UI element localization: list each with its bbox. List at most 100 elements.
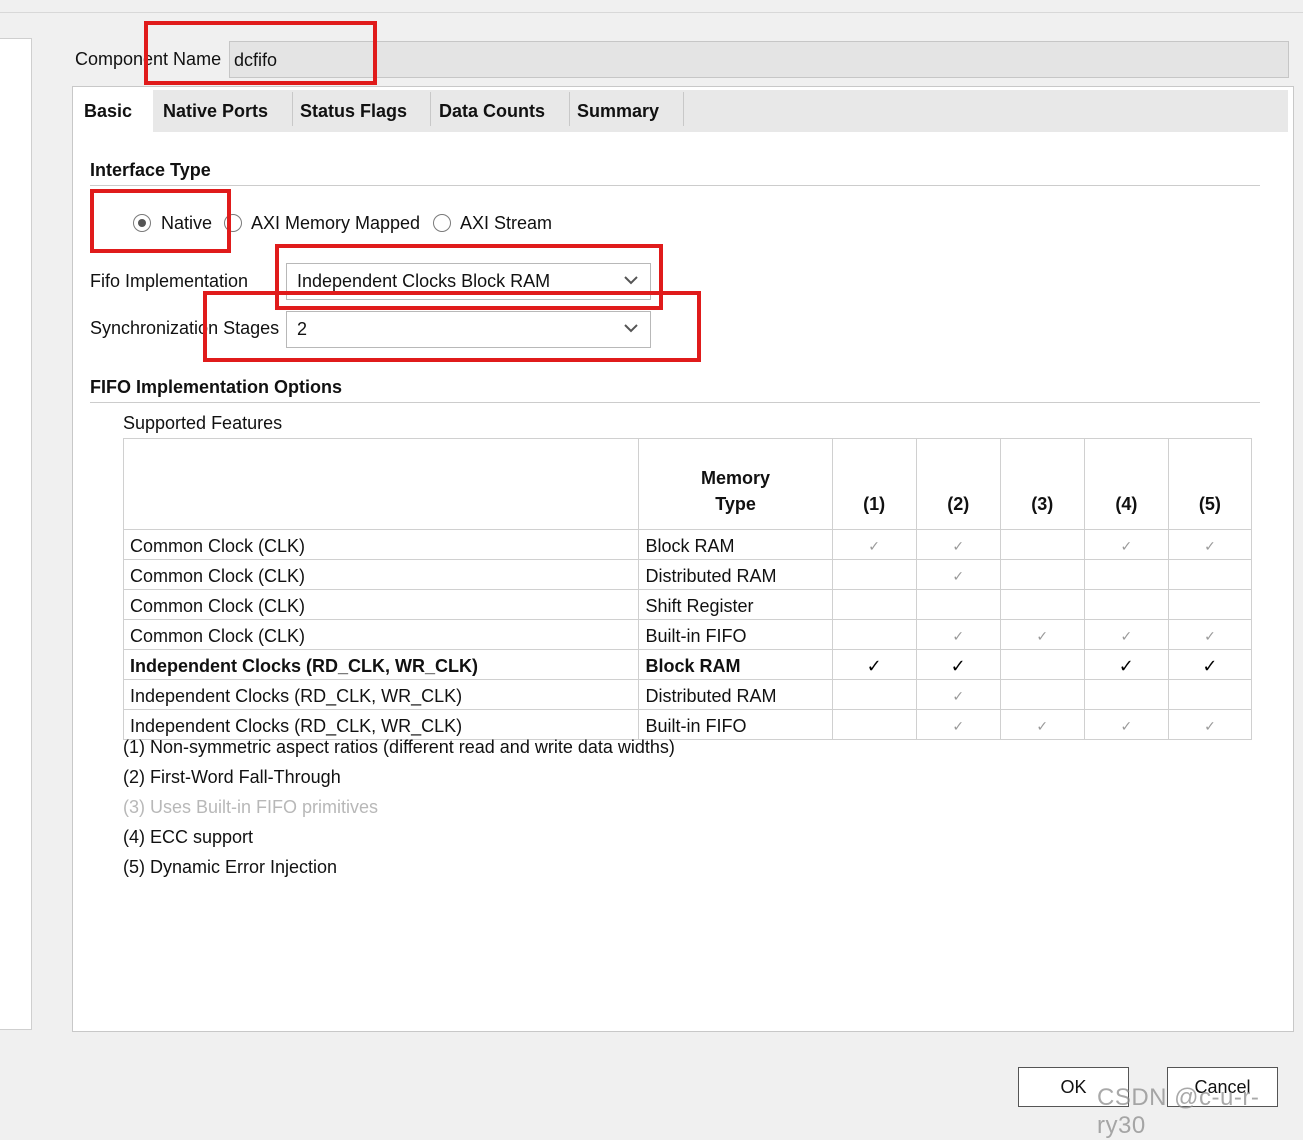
checkmark-icon: ✓	[1118, 656, 1134, 676]
memory-type-cell: Distributed RAM	[638, 559, 833, 590]
feature-3-cell	[999, 559, 1085, 590]
feature-4-cell: ✓	[1083, 619, 1169, 650]
table-body: Common Clock (CLK) Block RAM ✓ ✓ ✓ ✓ Common Cl…	[122, 529, 1253, 740]
feature-1-cell	[831, 559, 917, 590]
feature-4-cell	[1083, 589, 1169, 620]
feature-3-cell: ✓	[999, 709, 1085, 740]
memory-type-cell: Shift Register	[638, 589, 833, 620]
header-memory-line1: Memory	[701, 468, 771, 488]
feature-5-cell	[1167, 679, 1253, 710]
header-memory-type: Memory Type	[638, 438, 833, 530]
clock-cell: Common Clock (CLK)	[122, 529, 640, 560]
feature-2-cell: ✓	[915, 649, 1001, 680]
annotation-box-native	[90, 189, 231, 253]
window-top-border	[0, 12, 1303, 13]
feature-1-cell	[831, 589, 917, 620]
feature-3-cell	[999, 679, 1085, 710]
annotation-box-sync-stages	[203, 291, 701, 362]
feature-2-cell: ✓	[915, 619, 1001, 650]
header-feature-5: (5)	[1167, 438, 1253, 530]
fifo-implementation-label: Fifo Implementation	[90, 271, 249, 291]
table-row: Common Clock (CLK) Built-in FIFO ✓ ✓ ✓ ✓	[122, 619, 1253, 650]
checkmark-icon: ✓	[1036, 628, 1049, 644]
checkmark-icon: ✓	[952, 718, 965, 734]
radio-axi-memory-mapped-label[interactable]: AXI Memory Mapped	[251, 213, 420, 234]
watermark: CSDN @c-u-r-ry30	[1097, 1084, 1260, 1139]
feature-4-cell: ✓	[1083, 709, 1169, 740]
feature-2-cell: ✓	[915, 679, 1001, 710]
memory-type-cell: Block RAM	[638, 649, 833, 680]
checkmark-icon: ✓	[950, 656, 966, 676]
header-feature-1: (1)	[831, 438, 917, 530]
clock-cell: Independent Clocks (RD_CLK, WR_CLK)	[122, 709, 640, 740]
memory-type-cell: Built-in FIFO	[638, 619, 833, 650]
tab-summary[interactable]: Summary	[569, 90, 683, 132]
feature-1-cell	[831, 679, 917, 710]
feature-2-cell	[915, 589, 1001, 620]
clock-cell: Common Clock (CLK)	[122, 559, 640, 590]
tab-basic[interactable]: Basic	[76, 90, 153, 132]
table-row: Independent Clocks (RD_CLK, WR_CLK) Block…	[122, 649, 1253, 680]
feature-5-cell: ✓	[1167, 529, 1253, 560]
table-row: Common Clock (CLK) Block RAM ✓ ✓ ✓ ✓	[122, 529, 1253, 560]
table-row: Common Clock (CLK) Shift Register	[122, 589, 1253, 620]
supported-features-label: Supported Features	[123, 413, 283, 433]
checkmark-icon: ✓	[1120, 718, 1133, 734]
header-clock-empty	[122, 438, 640, 530]
feature-4-cell	[1083, 559, 1169, 590]
feature-3-cell	[999, 589, 1085, 620]
interface-type-title: Interface Type	[90, 160, 211, 180]
header-feature-2: (2)	[915, 438, 1001, 530]
feature-5-cell: ✓	[1167, 619, 1253, 650]
checkmark-icon: ✓	[952, 568, 965, 584]
memory-type-cell: Distributed RAM	[638, 679, 833, 710]
clock-cell: Common Clock (CLK)	[122, 619, 640, 650]
feature-1-cell: ✓	[831, 529, 917, 560]
clock-cell: Independent Clocks (RD_CLK, WR_CLK)	[122, 649, 640, 680]
section-divider	[90, 402, 1260, 403]
annotation-box-component-name	[144, 21, 377, 85]
clock-cell: Common Clock (CLK)	[122, 589, 640, 620]
checkmark-icon: ✓	[952, 688, 965, 704]
feature-1-cell: ✓	[831, 649, 917, 680]
tab-data-counts[interactable]: Data Counts	[431, 90, 569, 132]
fifo-options-title: FIFO Implementation Options	[90, 377, 342, 397]
memory-type-cell: Built-in FIFO	[638, 709, 833, 740]
tab-native-ports[interactable]: Native Ports	[155, 90, 292, 132]
table-row: Common Clock (CLK) Distributed RAM ✓	[122, 559, 1253, 590]
clock-cell: Independent Clocks (RD_CLK, WR_CLK)	[122, 679, 640, 710]
feature-3-cell: ✓	[999, 619, 1085, 650]
feature-2-cell: ✓	[915, 529, 1001, 560]
section-divider	[90, 185, 1260, 186]
radio-axi-stream-label[interactable]: AXI Stream	[460, 213, 552, 234]
checkmark-icon: ✓	[868, 538, 880, 554]
feature-4-cell: ✓	[1083, 649, 1169, 680]
table-row: Independent Clocks (RD_CLK, WR_CLK) Distr…	[122, 679, 1253, 710]
left-ip-symbol-panel[interactable]	[0, 38, 32, 1030]
checkmark-icon: ✓	[1204, 538, 1216, 554]
table-row: Independent Clocks (RD_CLK, WR_CLK) Built…	[122, 709, 1253, 740]
feature-5-cell	[1167, 589, 1253, 620]
component-name-field[interactable]: dcfifo	[229, 41, 1289, 78]
feature-4-cell	[1083, 679, 1169, 710]
feature-2-cell: ✓	[915, 559, 1001, 590]
feature-3-cell	[999, 649, 1085, 680]
feature-1-cell	[831, 709, 917, 740]
feature-5-cell: ✓	[1167, 649, 1253, 680]
feature-note: (5) Dynamic Error Injection	[123, 857, 338, 877]
checkmark-icon: ✓	[952, 628, 965, 644]
header-feature-4: (4)	[1083, 438, 1169, 530]
feature-1-cell	[831, 619, 917, 650]
checkmark-icon: ✓	[1120, 538, 1133, 554]
feature-note: (2) First-Word Fall-Through	[123, 767, 341, 787]
tab-separator	[683, 92, 684, 126]
supported-features-table: Memory Type (1) (2) (3) (4) (5) Common Cl…	[122, 438, 1253, 740]
table-header-row: Memory Type (1) (2) (3) (4) (5)	[122, 438, 1253, 530]
feature-3-cell	[999, 529, 1085, 560]
checkmark-icon: ✓	[1202, 656, 1218, 676]
radio-axi-stream[interactable]	[433, 214, 451, 232]
tab-status-flags[interactable]: Status Flags	[292, 90, 430, 132]
checkmark-icon: ✓	[866, 656, 882, 676]
feature-2-cell: ✓	[915, 709, 1001, 740]
header-feature-3: (3)	[999, 438, 1085, 530]
